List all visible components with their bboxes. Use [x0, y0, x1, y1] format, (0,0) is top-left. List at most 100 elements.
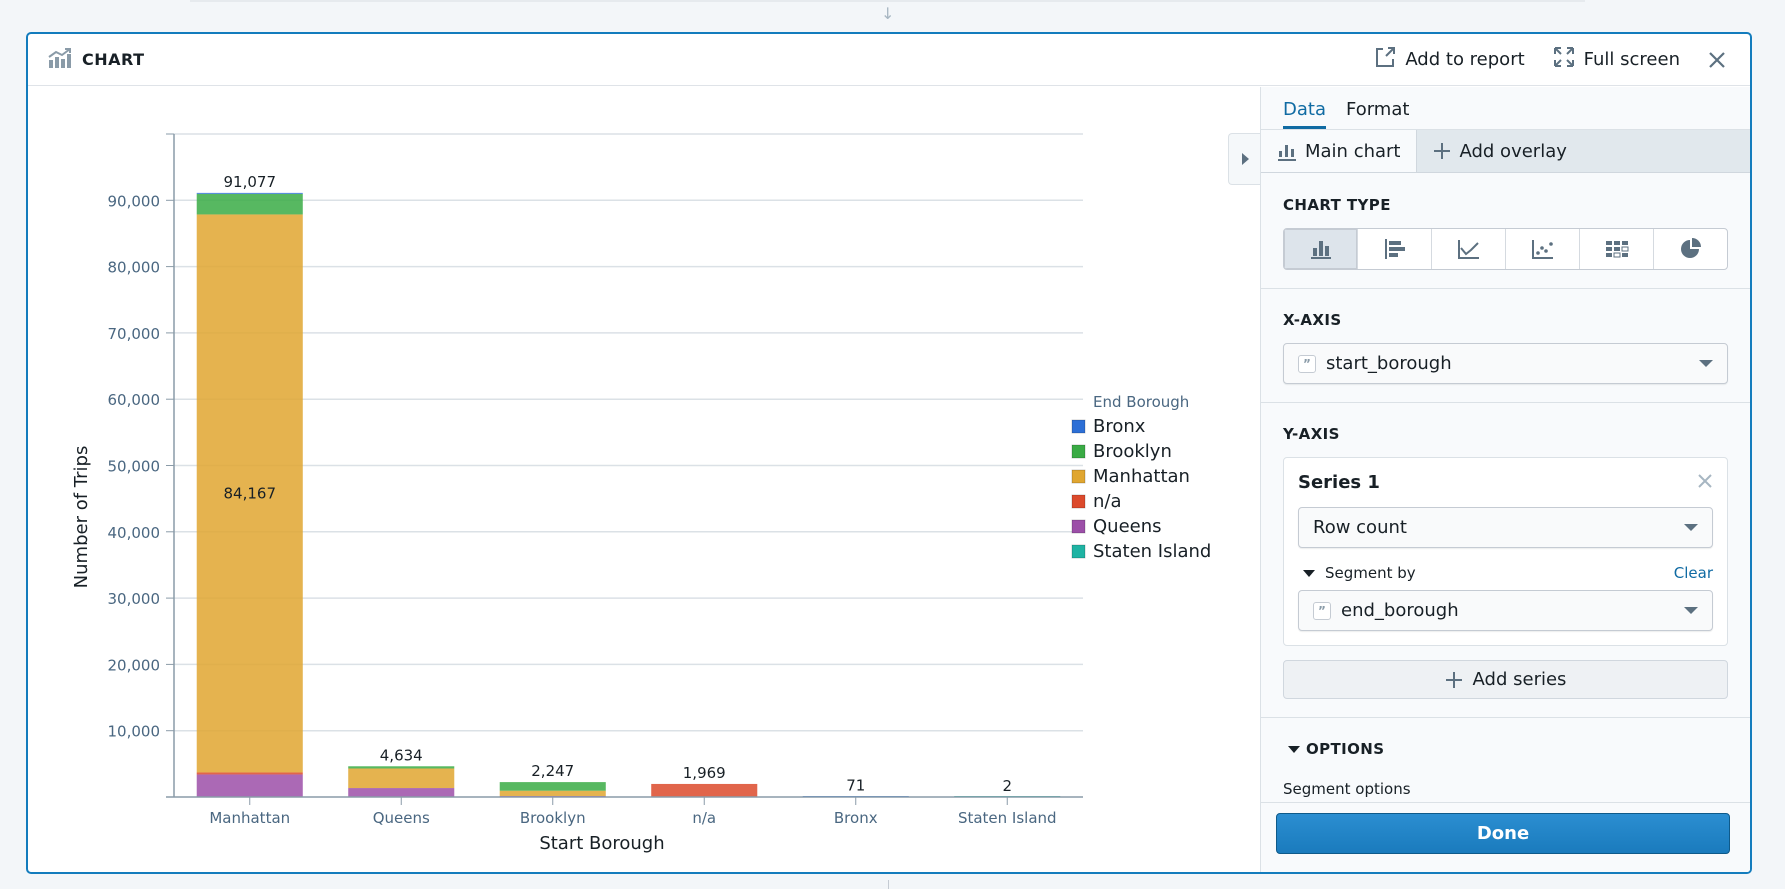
bar-chart-small-icon [1278, 145, 1296, 161]
chart-type-selector [1283, 228, 1728, 270]
clear-segment-link[interactable]: Clear [1674, 564, 1713, 582]
x-tick-label: Queens [373, 809, 430, 827]
plus-icon [1445, 671, 1462, 688]
chart-layer-tabs: Main chart Add overlay [1261, 130, 1750, 173]
panel-title-group: CHART [48, 47, 145, 72]
legend-title: End Borough [1093, 393, 1189, 411]
plus-icon [1434, 143, 1451, 159]
legend-swatch [1071, 519, 1086, 534]
chart-type-line[interactable] [1432, 229, 1506, 269]
segment-by-label: Segment by [1325, 564, 1416, 582]
bar-segment-queens [196, 774, 303, 797]
close-button[interactable] [1708, 51, 1726, 69]
y-tick-label: 80,000 [108, 259, 161, 277]
x-axis-title: Start Borough [539, 833, 664, 854]
bar-total-label: 1,969 [683, 764, 726, 782]
chart-type-scatter[interactable] [1506, 229, 1580, 269]
legend-item-label: Queens [1093, 516, 1162, 537]
bar-segment-n-a [651, 783, 758, 797]
legend-swatch [1071, 544, 1086, 559]
tab-data[interactable]: Data [1283, 99, 1326, 129]
close-icon [1709, 51, 1725, 68]
options-section: OPTIONS Segment options [1261, 718, 1750, 802]
bar-segment-queens [348, 788, 455, 797]
y-axis-title: Number of Trips [71, 446, 92, 589]
chart-type-heatmap[interactable] [1580, 229, 1654, 269]
x-axis-label: X-AXIS [1283, 311, 1342, 329]
x-axis-field-value: start_borough [1326, 353, 1452, 374]
legend: End Borough Bronx Brooklyn Manhattan n/a Que… [1071, 393, 1211, 562]
x-axis-field-select[interactable]: ” start_borough [1283, 343, 1728, 384]
chart-type-vertical-bar[interactable] [1284, 229, 1358, 269]
legend-item-label: Manhattan [1093, 466, 1190, 487]
caret-down-icon [1684, 607, 1698, 614]
legend-swatch [1071, 494, 1086, 509]
bar-total-label: 91,077 [224, 173, 277, 191]
y-tick-label: 30,000 [108, 590, 161, 608]
tab-format[interactable]: Format [1346, 99, 1409, 129]
header-actions: Add to report Full screen [1374, 46, 1726, 73]
x-tick-label: Brooklyn [520, 809, 586, 827]
legend-item-label: Bronx [1093, 416, 1146, 437]
bars [196, 192, 1061, 797]
legend-swatch [1071, 419, 1086, 434]
bar-total-label: 4,634 [380, 746, 423, 764]
series-card: Series 1 Row count Segment by Clear ” en… [1283, 457, 1728, 646]
fullscreen-icon [1553, 46, 1575, 73]
bar-segment-manhattan [499, 790, 606, 797]
add-series-label: Add series [1472, 669, 1567, 690]
x-tick-label: Bronx [834, 809, 878, 827]
vertical-bar-chart-icon [1310, 241, 1331, 259]
chart-type-horizontal-bar[interactable] [1358, 229, 1432, 269]
y-tick-label: 50,000 [108, 458, 161, 476]
sidebar-tabs: Data Format [1261, 87, 1750, 130]
aggregation-value: Row count [1313, 517, 1407, 538]
close-icon [1698, 473, 1712, 488]
aggregation-select[interactable]: Row count [1298, 507, 1713, 548]
full-screen-button[interactable]: Full screen [1553, 46, 1680, 73]
string-type-icon: ” [1313, 601, 1331, 620]
segment-field-value: end_borough [1341, 600, 1459, 621]
add-to-report-button[interactable]: Add to report [1374, 46, 1525, 73]
bar-segment-brooklyn [499, 782, 606, 791]
main-chart-tab[interactable]: Main chart [1261, 130, 1418, 172]
options-toggle[interactable]: OPTIONS [1283, 740, 1728, 758]
x-axis-section: X-AXIS ” start_borough [1261, 289, 1750, 403]
x-tick-label: Manhattan [209, 809, 290, 827]
y-tick-label: 90,000 [108, 192, 161, 210]
series-header: Series 1 [1298, 472, 1713, 493]
x-tick-label: Staten Island [958, 809, 1057, 827]
bar-total-label: 2 [1002, 777, 1012, 795]
segment-field-select[interactable]: ” end_borough [1298, 590, 1713, 631]
remove-series-button[interactable] [1697, 473, 1713, 493]
collapse-panel-toggle[interactable] [1228, 133, 1261, 185]
chart-type-pie[interactable] [1654, 229, 1727, 269]
done-button[interactable]: Done [1276, 813, 1730, 854]
caret-right-icon [1242, 153, 1249, 165]
pie-chart-icon [1680, 238, 1701, 258]
legend-swatch [1071, 469, 1086, 484]
chart-area: 91,077 4,634 2,247 1,969 71 2 84,167 10,000 20,… [28, 87, 1260, 872]
chart-type-label: CHART TYPE [1283, 196, 1391, 214]
bar-segment-manhattan [348, 768, 455, 789]
collapse-caret-icon[interactable] [1303, 569, 1315, 577]
y-axis-section: Y-AXIS Series 1 Row count Segment by Cle… [1261, 403, 1750, 718]
bar-total-label: 71 [846, 777, 865, 795]
scatter-chart-icon [1531, 240, 1553, 259]
add-series-button[interactable]: Add series [1283, 660, 1728, 699]
legend-swatch [1071, 444, 1086, 459]
segment-by-row: Segment by Clear [1298, 564, 1713, 582]
bar-segment-brooklyn [348, 766, 455, 769]
add-overlay-tab[interactable]: Add overlay [1417, 130, 1582, 172]
panel-title: CHART [82, 50, 145, 69]
segment-options-label: Segment options [1283, 780, 1411, 798]
legend-item-label: Staten Island [1093, 541, 1211, 562]
gridlines [174, 133, 1083, 732]
bar-segment-bronx [196, 192, 303, 194]
segment-value-label: 84,167 [224, 484, 277, 502]
add-to-report-label: Add to report [1405, 49, 1525, 70]
horizontal-bar-chart-icon [1384, 239, 1405, 259]
line-chart-icon [1457, 240, 1479, 259]
y-tick-label: 20,000 [108, 656, 161, 674]
chart-type-section: CHART TYPE [1261, 174, 1750, 289]
